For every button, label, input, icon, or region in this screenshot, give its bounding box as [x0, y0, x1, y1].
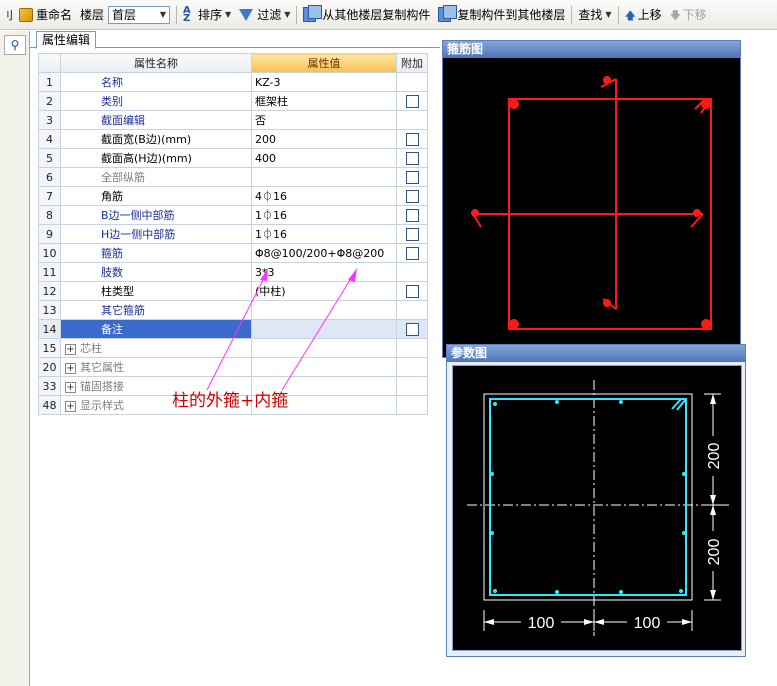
rebar-dot	[619, 400, 623, 404]
annotation-arrowhead	[260, 268, 268, 281]
rebar-dot	[682, 531, 686, 535]
rebar-dot	[490, 472, 494, 476]
rebar-dot	[682, 472, 686, 476]
dim-arrow	[710, 590, 716, 600]
middle-bar	[471, 209, 479, 217]
middle-bar	[603, 299, 611, 307]
rebar-dot	[493, 402, 497, 406]
dim-arrow	[710, 394, 716, 404]
corner-bar	[509, 319, 519, 329]
parameter-canvas: 200 200 100 100	[452, 365, 742, 651]
rebar-diagram	[471, 76, 712, 330]
section-outline	[483, 393, 693, 601]
rebar-diagram-panel: 箍筋图	[442, 40, 741, 358]
panel-title: 参数图	[447, 345, 745, 362]
rebar-dot	[493, 589, 497, 593]
parameter-diagram-panel: 参数图 200 200 100 100	[446, 344, 746, 657]
dim-label-height-bottom: 200	[706, 539, 723, 566]
dim-label-height-top: 200	[706, 443, 723, 470]
annotation-text: 柱的外箍+内箍	[172, 391, 289, 411]
dim-label-width-left: 100	[528, 615, 555, 632]
dim-arrow	[682, 619, 692, 625]
rebar-dot	[490, 531, 494, 535]
rebar-dot	[679, 589, 683, 593]
dim-arrow	[710, 495, 716, 505]
dim-arrow	[484, 619, 494, 625]
stirrup-outline	[489, 398, 687, 596]
corner-bar	[509, 99, 519, 109]
annotation-arrow-line	[206, 271, 268, 391]
annotation-arrow-line	[281, 271, 356, 391]
parameter-diagram: 200 200 100 100	[467, 380, 729, 636]
dim-arrow	[594, 619, 604, 625]
annotation-arrowhead	[348, 268, 357, 282]
rebar-dot	[555, 400, 559, 404]
rebar-dot	[555, 590, 559, 594]
corner-bar	[701, 319, 711, 329]
corner-bar	[701, 99, 711, 109]
dim-arrow	[710, 505, 716, 515]
rebar-dot	[619, 590, 623, 594]
dim-label-width-right: 100	[634, 615, 661, 632]
middle-bar	[693, 209, 701, 217]
middle-bar	[603, 76, 611, 84]
dim-arrow	[584, 619, 594, 625]
